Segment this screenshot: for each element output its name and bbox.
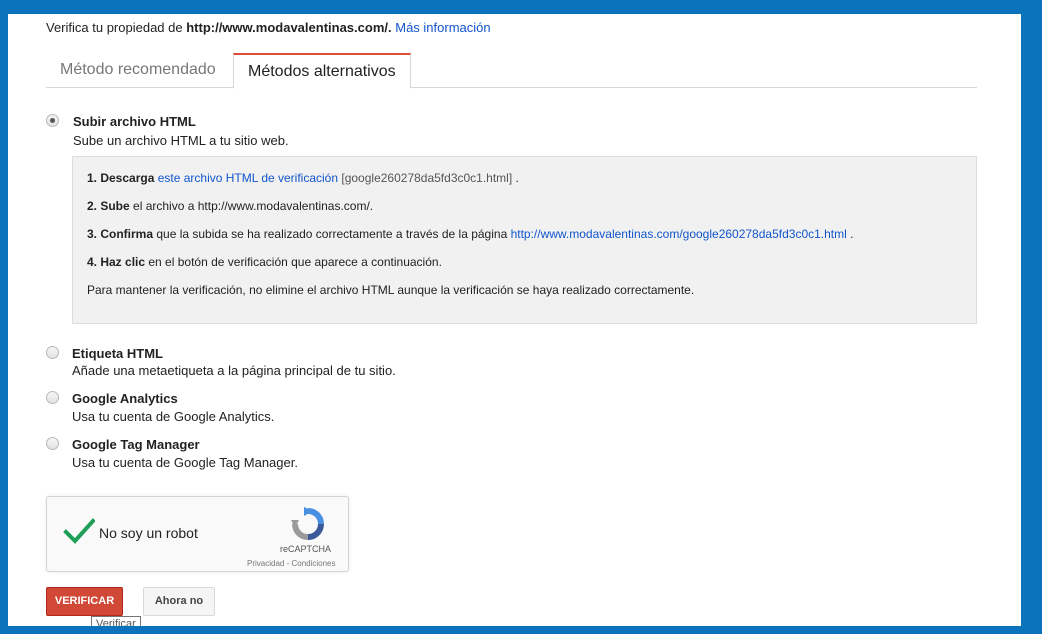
terms-link[interactable]: Condiciones — [291, 559, 335, 568]
step-confirm-text: que la subida se ha realizado correctame… — [153, 227, 511, 241]
step-upload-label: 2. Sube — [87, 199, 130, 213]
privacy-link[interactable]: Privacidad — [247, 559, 284, 568]
more-info-link[interactable]: Más información — [395, 20, 490, 35]
upload-instructions-box: 1. Descarga este archivo HTML de verific… — [72, 156, 977, 324]
verification-file-link[interactable]: este archivo HTML de verificación — [158, 171, 338, 185]
radio-google-tag-manager[interactable] — [46, 437, 59, 450]
recaptcha-widget: No soy un robot reCAPTCHA Privacidad - C… — [46, 496, 349, 572]
verification-filename: [google260278da5fd3c0c1.html] — [341, 171, 513, 185]
keep-file-note: Para mantener la verificación, no elimin… — [87, 283, 695, 297]
step-confirm-label: 3. Confirma — [87, 227, 154, 241]
option-desc-google-analytics: Usa tu cuenta de Google Analytics. — [72, 409, 275, 424]
option-title-google-analytics: Google Analytics — [72, 391, 178, 406]
site-url: http://www.modavalentinas.com/. — [186, 20, 392, 35]
step-click: 4. Haz clic en el botón de verificación … — [87, 255, 442, 269]
recaptcha-brand: reCAPTCHA — [280, 544, 332, 554]
verify-button[interactable]: VERIFICAR — [46, 587, 123, 616]
not-now-button[interactable]: Ahora no — [143, 587, 215, 616]
option-title-google-tag-manager: Google Tag Manager — [72, 437, 200, 452]
option-desc-html-tag: Añade una metaetiqueta a la página princ… — [72, 363, 396, 378]
option-title-upload-html: Subir archivo HTML — [73, 114, 196, 129]
step-download-end: . — [512, 171, 519, 185]
option-title-html-tag: Etiqueta HTML — [72, 346, 163, 361]
tab-recommended-method[interactable]: Método recomendado — [46, 53, 230, 88]
verify-tooltip: Verificar — [91, 616, 141, 626]
step-download-label: 1. Descarga — [87, 171, 155, 185]
recaptcha-logo-icon — [291, 507, 324, 540]
verification-panel: Verifica tu propiedad de http://www.moda… — [8, 14, 1021, 626]
step-upload-text: el archivo a http://www.modavalentinas.c… — [129, 199, 374, 213]
step-download: 1. Descarga este archivo HTML de verific… — [87, 171, 519, 185]
verify-prefix: Verifica tu propiedad de — [46, 20, 187, 35]
step-upload: 2. Sube el archivo a http://www.modavale… — [87, 199, 373, 213]
radio-google-analytics[interactable] — [46, 391, 59, 404]
method-tabs: Método recomendado Métodos alternativos — [46, 53, 977, 89]
radio-html-tag[interactable] — [46, 346, 59, 359]
step-confirm-end: . — [846, 227, 854, 241]
uploaded-file-url-link[interactable]: http://www.modavalentinas.com/google2602… — [511, 227, 847, 241]
step-confirm: 3. Confirma que la subida se ha realizad… — [87, 227, 853, 241]
option-desc-upload-html: Sube un archivo HTML a tu sitio web. — [73, 133, 289, 148]
step-click-label: 4. Haz clic — [87, 255, 146, 269]
radio-upload-html-file[interactable] — [46, 114, 59, 127]
checkmark-icon[interactable] — [63, 517, 95, 545]
step-click-text: en el botón de verificación que aparece … — [145, 255, 442, 269]
option-desc-google-tag-manager: Usa tu cuenta de Google Tag Manager. — [72, 455, 298, 470]
tab-alternative-methods[interactable]: Métodos alternativos — [233, 53, 411, 89]
verify-ownership-line: Verifica tu propiedad de http://www.moda… — [46, 20, 491, 35]
recaptcha-links: Privacidad - Condiciones — [247, 559, 336, 568]
not-a-robot-label: No soy un robot — [99, 525, 198, 541]
